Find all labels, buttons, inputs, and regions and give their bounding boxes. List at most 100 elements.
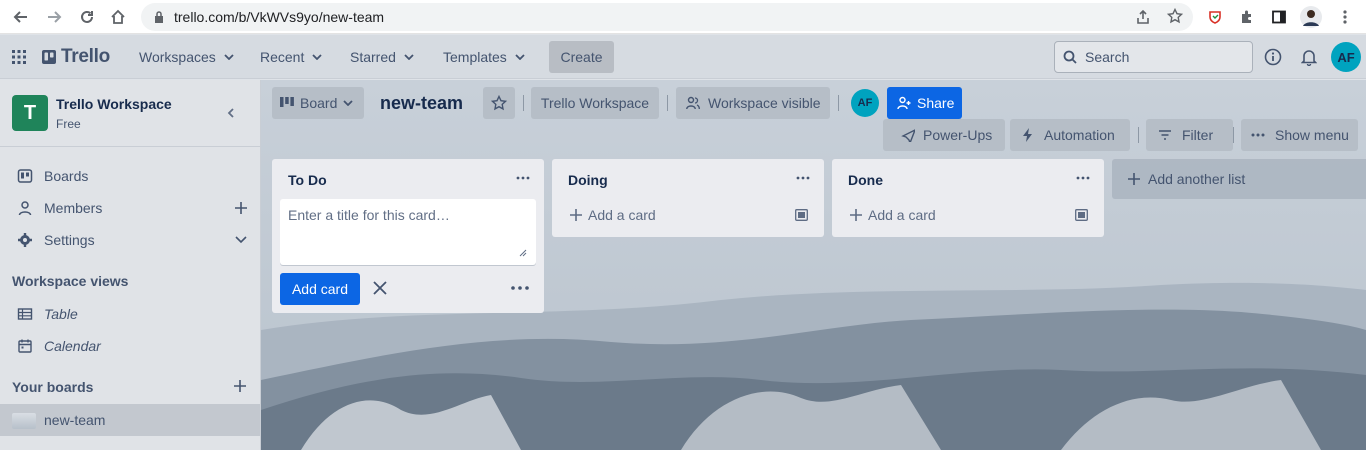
workspace-sidebar: T Trello Workspace Free Boards Members S… <box>0 80 261 450</box>
workspace-tile: T <box>12 95 48 131</box>
search-icon <box>1063 50 1077 64</box>
list-title[interactable]: To Do <box>288 172 327 188</box>
card-title-placeholder: Enter a title for this card… <box>288 207 450 223</box>
power-ups-button[interactable]: Power-Ups <box>883 119 1005 151</box>
create-from-template-icon[interactable] <box>795 209 808 221</box>
sidebar-item-label: Table <box>44 306 78 322</box>
add-card-button[interactable]: Add card <box>280 273 360 305</box>
search-input[interactable]: Search <box>1054 41 1253 73</box>
chevron-down-icon <box>235 236 247 244</box>
sidebar-item-calendar[interactable]: Calendar <box>0 330 260 362</box>
visibility-button[interactable]: Workspace visible <box>676 87 830 119</box>
board-thumbnail <box>12 413 36 429</box>
nav-templates[interactable]: Templates <box>439 42 529 72</box>
member-avatar[interactable]: AF <box>851 89 879 117</box>
show-menu-label: Show menu <box>1275 127 1349 143</box>
nav-workspaces-label: Workspaces <box>139 49 216 65</box>
composer-more-icon[interactable] <box>511 286 529 290</box>
add-another-list-label: Add another list <box>1148 171 1246 187</box>
sidebar-item-settings[interactable]: Settings <box>0 224 260 256</box>
header-divider <box>523 95 524 111</box>
sidebar-item-label: Members <box>44 200 103 216</box>
side-panel-icon[interactable] <box>1267 5 1291 29</box>
add-another-list-button[interactable]: Add another list <box>1112 159 1366 199</box>
resize-handle-icon <box>519 249 527 257</box>
table-icon <box>17 308 33 320</box>
sidebar-item-table[interactable]: Table <box>0 298 260 330</box>
sidebar-item-label: Boards <box>44 168 89 184</box>
back-arrow-icon[interactable] <box>9 5 33 29</box>
card-title-input[interactable]: Enter a title for this card… <box>280 199 536 265</box>
list-menu-icon[interactable] <box>516 171 530 185</box>
address-bar[interactable]: trello.com/b/VkWVs9yo/new-team <box>141 3 1193 31</box>
your-boards-heading: Your boards <box>12 379 94 395</box>
app-switcher-icon[interactable] <box>12 50 26 64</box>
board-name[interactable]: new-team <box>380 93 463 114</box>
create-from-template-icon[interactable] <box>1075 209 1088 221</box>
reload-icon[interactable] <box>75 5 99 29</box>
list-title[interactable]: Done <box>848 172 883 188</box>
nav-starred-label: Starred <box>350 49 396 65</box>
nav-starred[interactable]: Starred <box>346 42 418 72</box>
nav-templates-label: Templates <box>443 49 507 65</box>
home-icon[interactable] <box>106 5 130 29</box>
chevron-down-icon <box>515 54 525 60</box>
workspace-button[interactable]: Trello Workspace <box>531 87 659 119</box>
app-header: Trello Workspaces Recent Starred Templat… <box>0 35 1366 79</box>
collapse-sidebar-icon[interactable] <box>220 106 240 120</box>
list-menu-icon[interactable] <box>1076 171 1090 185</box>
forward-arrow-icon[interactable] <box>42 5 66 29</box>
list-done: Done Add a card <box>832 159 1104 237</box>
trello-logo[interactable]: Trello <box>42 46 110 68</box>
extension-shield-icon[interactable] <box>1203 5 1227 29</box>
star-icon <box>491 95 507 111</box>
list-doing: Doing Add a card <box>552 159 824 237</box>
bookmark-star-icon[interactable] <box>1167 8 1183 24</box>
automation-label: Automation <box>1044 127 1115 143</box>
plus-icon <box>1128 173 1140 185</box>
user-avatar[interactable]: AF <box>1331 42 1361 72</box>
automation-button[interactable]: Automation <box>1010 119 1130 151</box>
share-page-icon[interactable] <box>1135 9 1151 25</box>
browser-menu-icon[interactable] <box>1333 5 1357 29</box>
trello-wordmark: Trello <box>61 46 110 67</box>
close-icon[interactable] <box>372 280 388 296</box>
list-menu-icon[interactable] <box>796 171 810 185</box>
bell-icon[interactable] <box>1301 48 1317 66</box>
header-divider <box>1233 127 1234 143</box>
browser-toolbar: trello.com/b/VkWVs9yo/new-team <box>0 0 1366 34</box>
trello-logo-icon <box>42 50 56 64</box>
share-button[interactable]: Share <box>887 87 962 119</box>
board-view-label: Board <box>300 95 338 111</box>
board-view-switcher[interactable]: Board <box>272 87 364 119</box>
filter-button[interactable]: Filter <box>1146 119 1233 151</box>
rocket-icon <box>901 129 915 142</box>
nav-workspaces[interactable]: Workspaces <box>135 42 238 72</box>
share-label: Share <box>917 95 955 111</box>
filter-label: Filter <box>1182 127 1214 143</box>
show-menu-button[interactable]: Show menu <box>1241 119 1358 151</box>
add-a-card-button[interactable]: Add a card <box>570 207 656 223</box>
sidebar-item-label: Calendar <box>44 338 101 354</box>
nav-recent[interactable]: Recent <box>256 42 326 72</box>
workspace-name: Trello Workspace <box>56 96 172 112</box>
header-divider <box>1138 127 1139 143</box>
add-a-card-button[interactable]: Add a card <box>850 207 936 223</box>
calendar-icon <box>18 339 32 353</box>
sidebar-item-new-team[interactable]: new-team <box>0 404 260 436</box>
sidebar-item-boards[interactable]: Boards <box>0 160 260 192</box>
search-placeholder: Search <box>1085 49 1130 65</box>
people-icon <box>686 96 700 110</box>
sidebar-item-members[interactable]: Members <box>0 192 260 224</box>
profile-icon[interactable] <box>1299 5 1323 29</box>
info-icon[interactable] <box>1264 48 1282 66</box>
list-title[interactable]: Doing <box>568 172 608 188</box>
chevron-down-icon <box>343 100 353 106</box>
create-button[interactable]: Create <box>549 41 614 73</box>
star-board-button[interactable] <box>483 87 515 119</box>
extensions-puzzle-icon[interactable] <box>1235 5 1259 29</box>
more-dots-icon <box>1251 133 1265 137</box>
plus-icon <box>850 209 862 221</box>
lock-icon <box>154 11 164 23</box>
add-board-plus-icon[interactable] <box>233 379 247 393</box>
